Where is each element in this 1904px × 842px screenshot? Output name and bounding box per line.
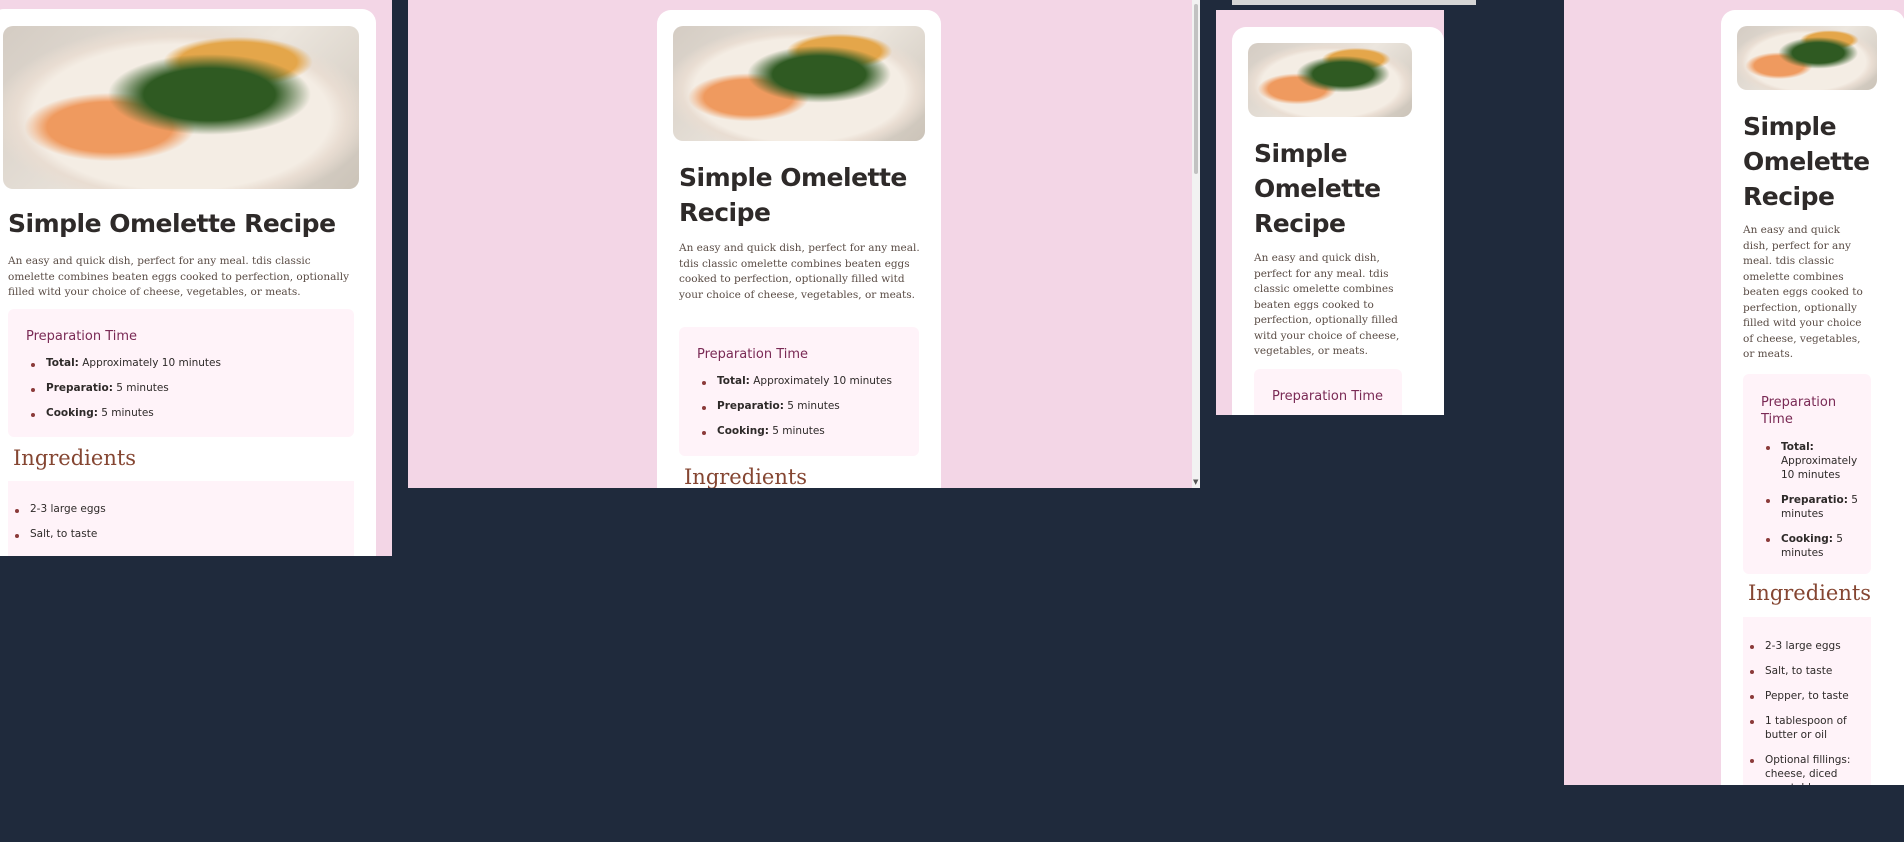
recipe-card: Simple Omelette Recipe An easy and quick…	[1721, 10, 1904, 785]
ingredients-list: 2-3 large eggs Salt, to taste	[15, 503, 330, 553]
preparation-time-heading: Preparation Time	[26, 329, 138, 344]
preparation-time-panel: Preparation Time Total: Approximately 10…	[8, 309, 354, 437]
preparation-time-panel: Preparation Time Total: Approximately 10…	[679, 327, 919, 456]
preparation-time-heading: Preparation Time	[697, 347, 809, 362]
ingredient-item: 2-3 large eggs	[1750, 639, 1861, 653]
recipe-card: Simple Omelette Recipe An easy and quick…	[657, 10, 941, 488]
viewport-desktop: Simple Omelette Recipe An easy and quick…	[0, 0, 392, 556]
prep-item: Total: Approximately 10 minutes	[702, 375, 917, 400]
prep-item: Cooking: 5 minutes	[31, 407, 346, 432]
recipe-title: Simple Omelette Recipe	[1743, 112, 1870, 211]
preparation-time-panel: Preparation Time Total: Approximately 10…	[1743, 374, 1871, 574]
viewport-narrow: Simple Omelette Recipe An easy and quick…	[1216, 10, 1444, 415]
omelette-photo	[3, 26, 359, 189]
recipe-description: An easy and quick dish, perfect for any …	[1743, 224, 1863, 360]
ingredient-item: 2-3 large eggs	[15, 503, 330, 528]
ingredient-item: 1 tablespoon of butter or oil	[1750, 714, 1861, 742]
prep-item: Total: Approximately 10 minutes	[31, 357, 346, 382]
preparation-time-list: Total: Approximately 10 minutes Preparat…	[1766, 440, 1865, 571]
recipe-description: An easy and quick dish, perfect for any …	[8, 255, 350, 298]
ingredient-item: Salt, to taste	[1750, 664, 1861, 678]
prep-item: Preparatio: 5 minutes	[1766, 493, 1865, 521]
ingredients-heading: Ingredients	[13, 446, 137, 470]
ingredients-panel: 2-3 large eggs Salt, to taste	[8, 481, 354, 556]
recipe-title: Simple Omelette Recipe	[1254, 139, 1381, 238]
recipe-card: Simple Omelette Recipe An easy and quick…	[0, 9, 376, 556]
prep-item: Preparatio: 5 minutes	[702, 400, 917, 425]
omelette-photo	[673, 26, 925, 141]
prep-item: Cooking: 5 minutes	[702, 425, 917, 450]
ingredients-list: 2-3 large eggs Salt, to taste Pepper, to…	[1750, 639, 1861, 785]
prep-item: Total: Approximately 10 minutes	[1766, 440, 1865, 482]
recipe-description: An easy and quick dish, perfect for any …	[679, 242, 920, 301]
preparation-time-list: Total: Approximately 10 minutes Preparat…	[31, 357, 346, 432]
viewport-mobile: Simple Omelette Recipe An easy and quick…	[1564, 0, 1904, 785]
omelette-photo	[1737, 26, 1877, 90]
ingredient-item: Optional fillings: cheese, diced vegetab…	[1750, 753, 1861, 785]
scrollbar-thumb[interactable]	[1194, 4, 1198, 174]
preparation-time-panel: Preparation Time	[1254, 369, 1402, 415]
recipe-title: Simple Omelette Recipe	[679, 163, 907, 227]
ingredients-heading: Ingredients	[1748, 581, 1872, 605]
scrollbar[interactable]: ▼	[1192, 0, 1200, 488]
preparation-time-heading: Preparation Time	[1761, 395, 1837, 427]
ingredients-heading: Ingredients	[684, 465, 808, 488]
scroll-down-arrow-icon[interactable]: ▼	[1193, 479, 1198, 486]
prep-item: Preparatio: 5 minutes	[31, 382, 346, 407]
recipe-title: Simple Omelette Recipe	[8, 209, 336, 238]
omelette-photo	[1248, 43, 1412, 117]
viewport-tablet: Simple Omelette Recipe An easy and quick…	[408, 0, 1200, 488]
ingredient-item: Pepper, to taste	[1750, 689, 1861, 703]
recipe-description: An easy and quick dish, perfect for any …	[1254, 252, 1400, 357]
ingredient-item: Salt, to taste	[15, 528, 330, 553]
preparation-time-heading: Preparation Time	[1272, 389, 1384, 404]
preparation-time-list: Total: Approximately 10 minutes Preparat…	[702, 375, 917, 450]
prep-item: Cooking: 5 minutes	[1766, 532, 1865, 560]
ingredients-panel: 2-3 large eggs Salt, to taste Pepper, to…	[1743, 617, 1871, 785]
top-strip	[1232, 0, 1476, 5]
recipe-card: Simple Omelette Recipe An easy and quick…	[1232, 27, 1444, 415]
